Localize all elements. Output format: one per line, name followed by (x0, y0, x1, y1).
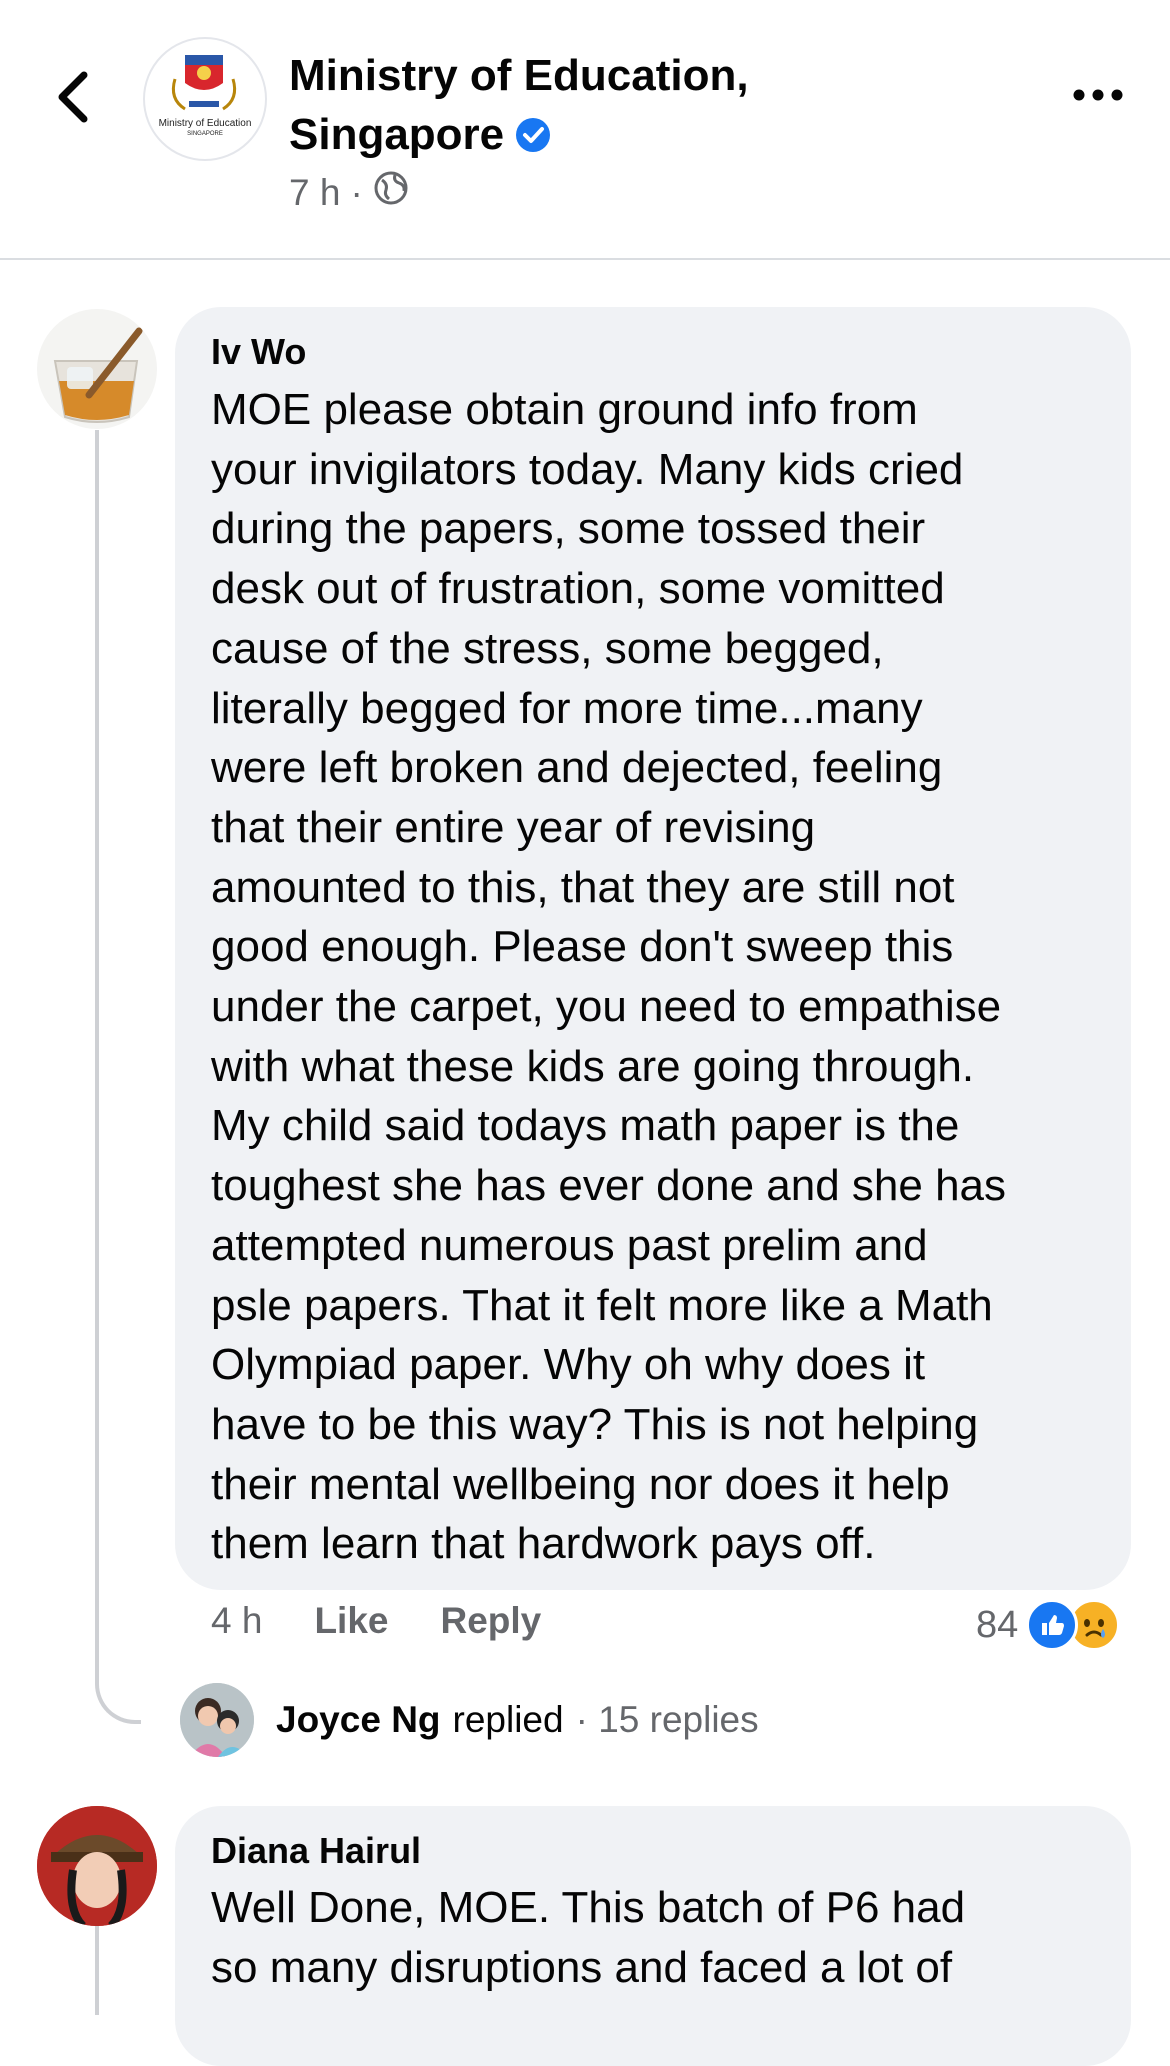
reply-verb: replied (452, 1699, 564, 1740)
verified-badge-icon (514, 110, 552, 169)
reply-author: Joyce Ng (276, 1699, 441, 1740)
meta-separator: · (350, 171, 363, 213)
post-time[interactable]: 7 h (289, 172, 340, 214)
replier-avatar (180, 1683, 254, 1757)
more-dots-icon (1073, 89, 1123, 101)
commenter-avatar[interactable] (37, 1806, 157, 1926)
reply-count: · 15 replies (575, 1699, 759, 1740)
reply-button[interactable]: Reply (440, 1600, 541, 1642)
comment-actions: 4 h Like Reply (211, 1600, 541, 1642)
page-avatar[interactable]: Ministry of Education SINGAPORE (143, 37, 267, 161)
thread-connector (95, 1915, 99, 2015)
comment-author[interactable]: Iv Wo (211, 330, 306, 374)
page-name[interactable]: Ministry of Education, Singapore (289, 46, 809, 169)
reaction-count: 84 (976, 1603, 1019, 1646)
thread-connector (95, 430, 141, 1724)
reaction-summary[interactable]: 84 (976, 1599, 1121, 1651)
logo-text: Ministry of Education (158, 118, 252, 129)
moe-logo (171, 55, 237, 111)
post-header: Ministry of Education SINGAPORE Ministry… (0, 0, 1170, 260)
logo-subtext: SINGAPORE (187, 131, 223, 137)
comment-author[interactable]: Diana Hairul (211, 1829, 421, 1873)
comment-text: MOE please obtain ground info from your … (211, 385, 1007, 1569)
comment-time[interactable]: 4 h (211, 1600, 262, 1642)
like-button[interactable]: Like (314, 1600, 388, 1642)
commenter-avatar[interactable] (37, 309, 157, 429)
more-options-button[interactable] (1068, 70, 1128, 120)
globe-icon (373, 170, 409, 215)
post-meta: 7 h · (289, 170, 409, 215)
view-replies-link[interactable]: Joyce Ng replied · 15 replies (180, 1683, 759, 1757)
back-button[interactable] (44, 62, 100, 132)
like-reaction-icon (1026, 1599, 1079, 1651)
chevron-left-icon (58, 71, 88, 123)
comment-text: Well Done, MOE. This batch of P6 had so … (211, 1883, 966, 1992)
